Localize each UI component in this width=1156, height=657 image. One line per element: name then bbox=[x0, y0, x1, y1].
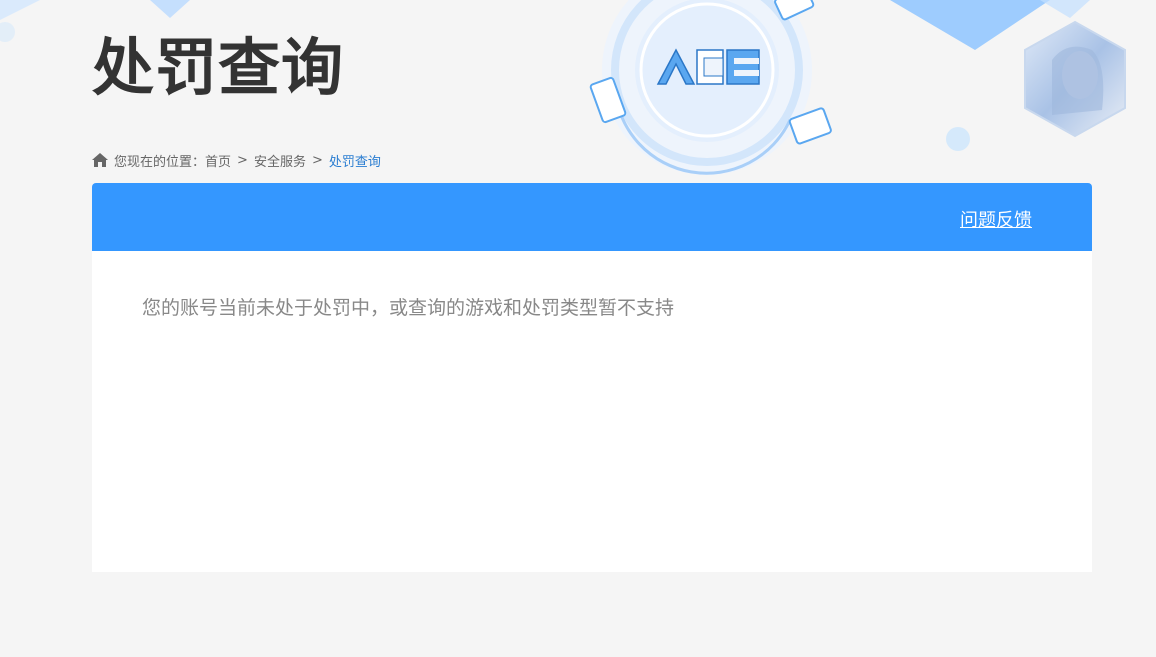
breadcrumb-current: 处罚查询 bbox=[328, 154, 381, 170]
home-icon bbox=[92, 153, 108, 167]
game-badge-icon bbox=[774, 0, 815, 21]
breadcrumb-prefix: 您现在的位置： bbox=[114, 154, 206, 170]
breadcrumb: 您现在的位置： 首页 > 安全服务 > 处罚查询 bbox=[92, 151, 381, 170]
character-avatar bbox=[1024, 20, 1126, 138]
feedback-link[interactable]: 问题反馈 bbox=[960, 206, 1032, 232]
page-title: 处罚查询 bbox=[92, 31, 345, 104]
breadcrumb-separator: > bbox=[311, 152, 323, 168]
logo-ring bbox=[602, 0, 812, 175]
panel-body: 您的账号当前未处于处罚中，或查询的游戏和处罚类型暂不支持 bbox=[92, 251, 1092, 362]
game-badge-icon bbox=[788, 107, 832, 145]
breadcrumb-home-link[interactable]: 首页 bbox=[205, 151, 231, 170]
game-badge-icon bbox=[589, 76, 627, 124]
breadcrumb-security-link[interactable]: 安全服务 bbox=[254, 151, 306, 170]
status-message: 您的账号当前未处于处罚中，或查询的游戏和处罚类型暂不支持 bbox=[142, 297, 675, 319]
panel-header: 问题反馈 bbox=[92, 183, 1092, 251]
ace-logo bbox=[656, 48, 760, 85]
breadcrumb-separator: > bbox=[237, 152, 248, 168]
result-panel: 问题反馈 您的账号当前未处于处罚中，或查询的游戏和处罚类型暂不支持 bbox=[92, 183, 1092, 572]
